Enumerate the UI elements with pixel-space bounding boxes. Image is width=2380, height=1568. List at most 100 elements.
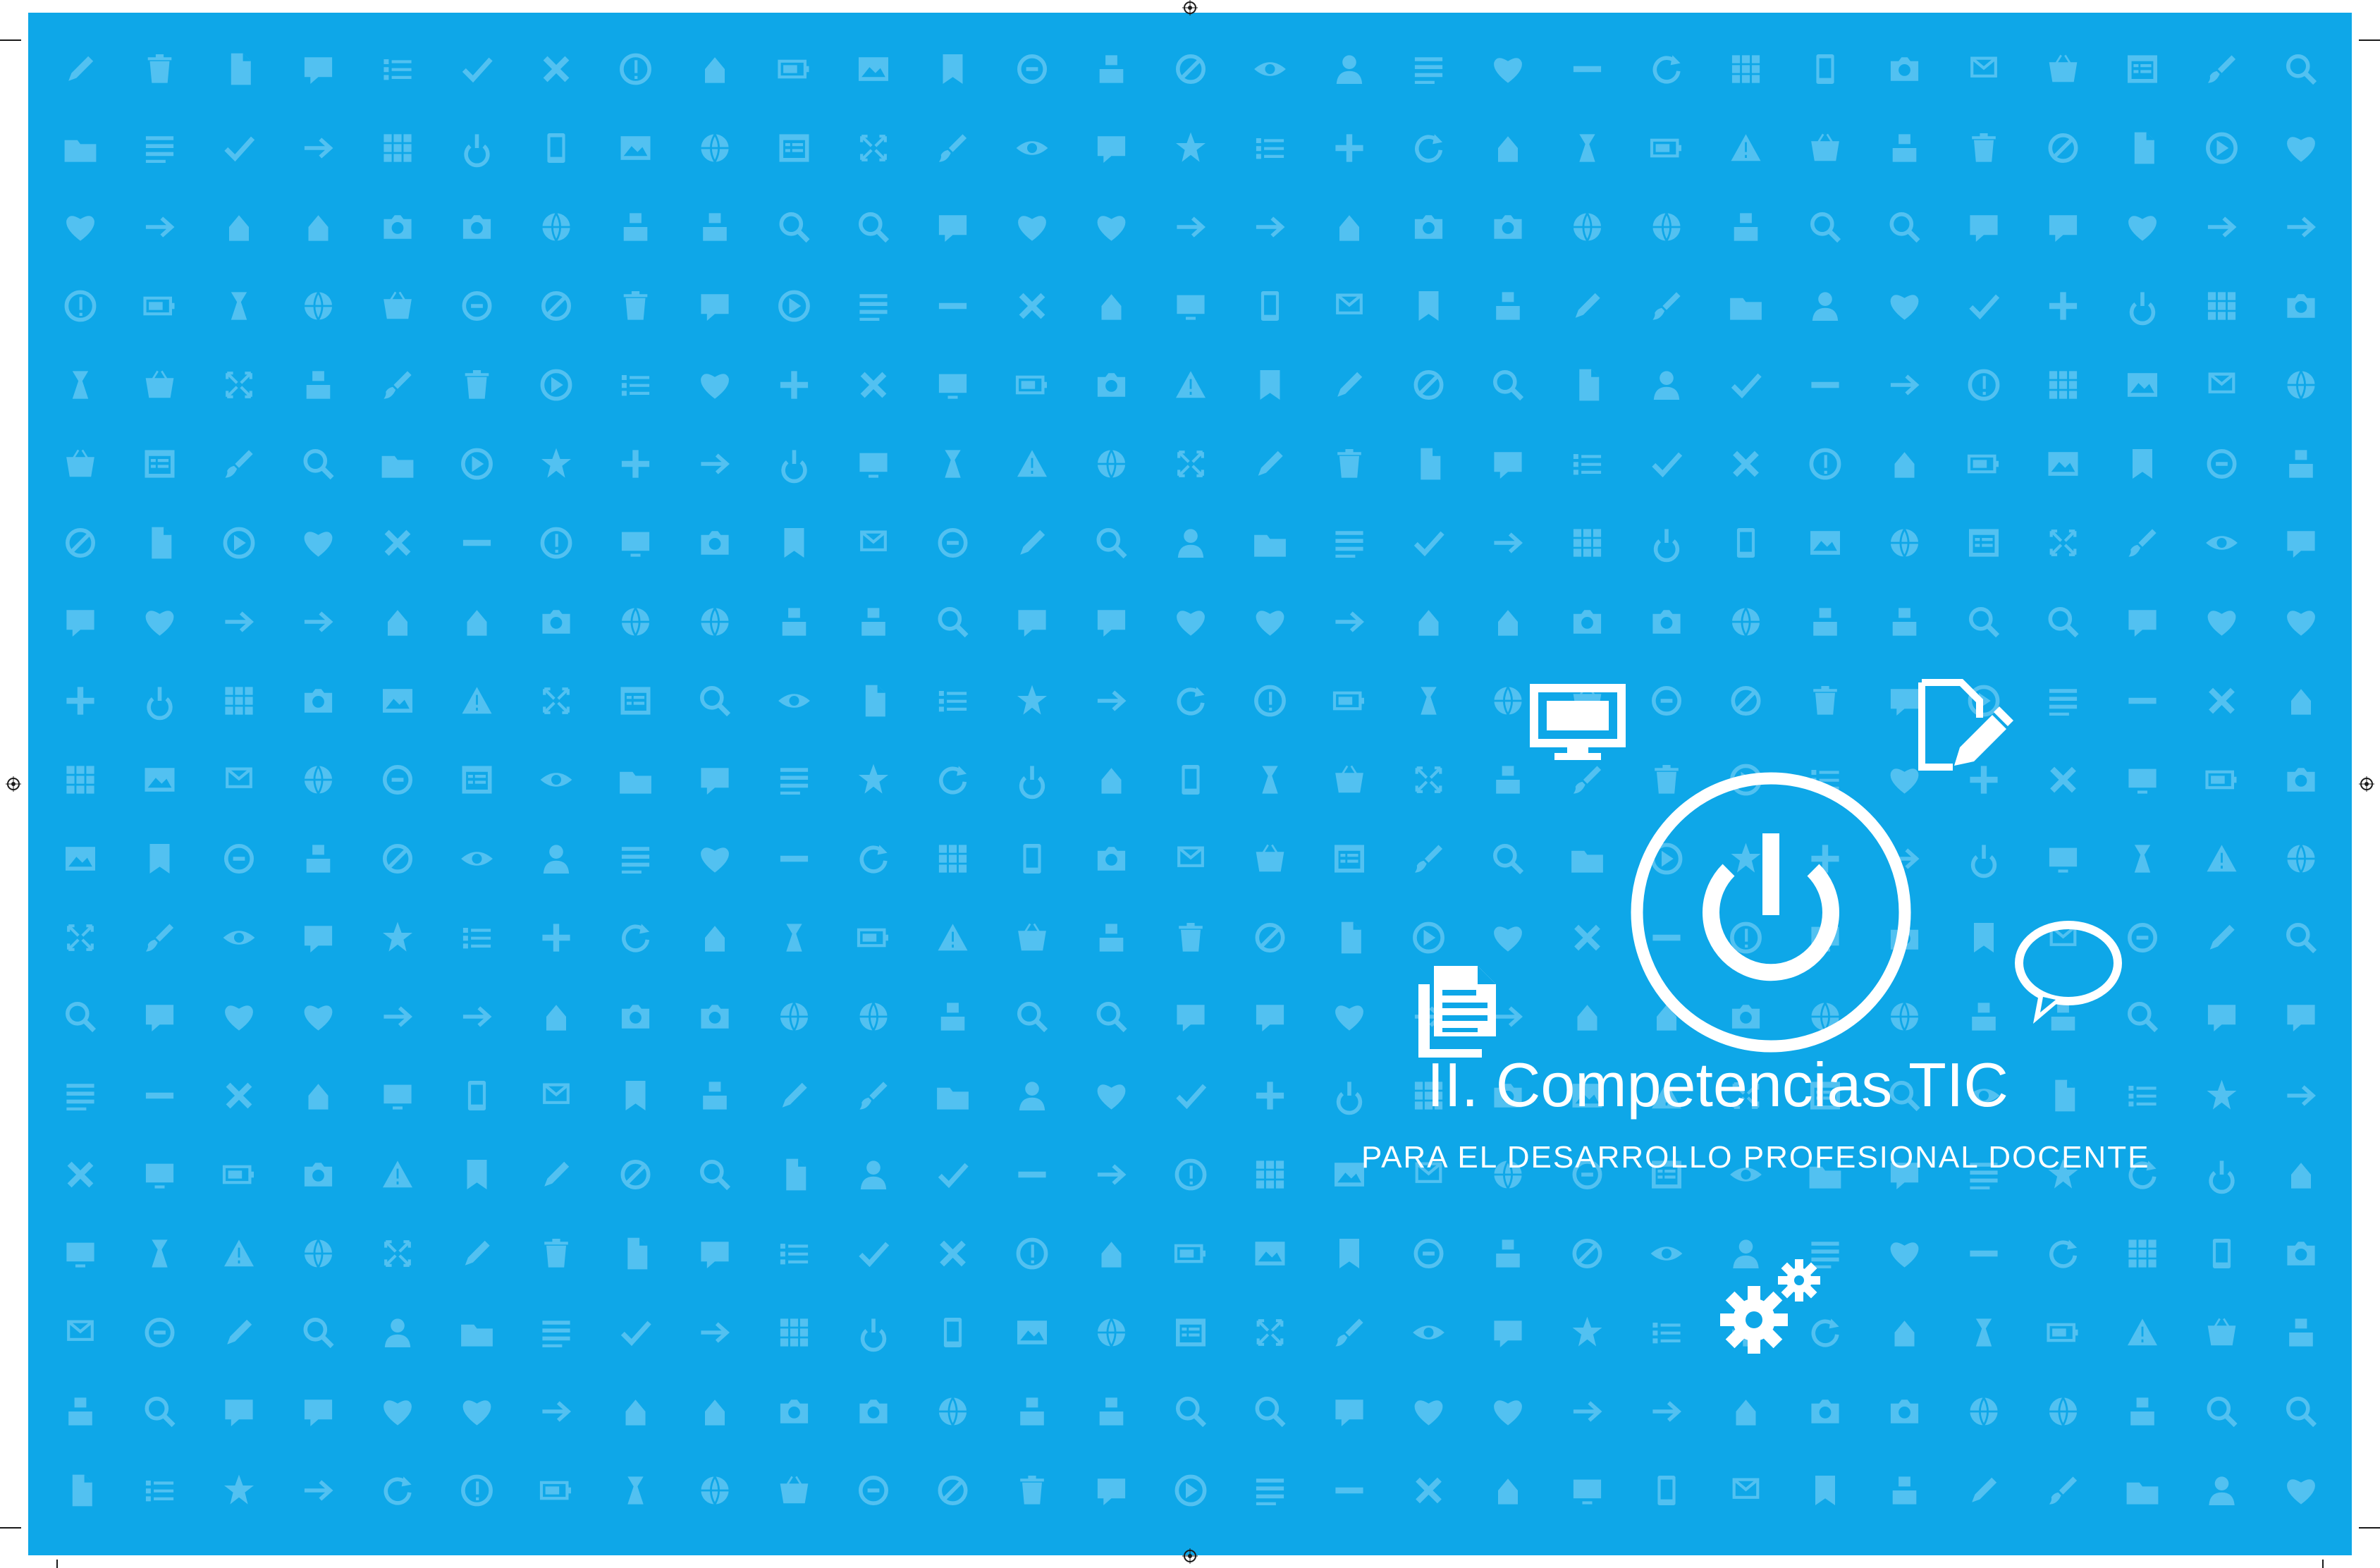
- alarm-icon: [68, 926, 92, 950]
- home-icon: [703, 1082, 727, 1110]
- bold-icon: [621, 1005, 650, 1029]
- shield-icon: [1335, 1487, 1363, 1494]
- star-icon: [467, 1160, 487, 1189]
- inbox-icon: [227, 373, 251, 397]
- flag-icon: [940, 1003, 965, 1031]
- eyedropper-icon: [1652, 1402, 1678, 1420]
- map-icon: [1498, 136, 1518, 162]
- zoom-out-icon: [68, 1004, 94, 1031]
- pin-icon: [1177, 1476, 1204, 1504]
- star-icon: [945, 450, 961, 478]
- card-icon: [1733, 375, 1760, 395]
- search-icon: [622, 55, 649, 82]
- link-icon: [1494, 534, 1519, 551]
- hourglass-icon: [149, 687, 171, 718]
- text-icon: [859, 294, 888, 321]
- search-icon: [2288, 925, 2315, 952]
- thumbs-up-icon: [145, 1163, 174, 1189]
- wrench-icon: [2208, 134, 2235, 161]
- share-icon: [1731, 55, 1760, 83]
- gift-icon: [1178, 1086, 1205, 1105]
- inbox-icon: [66, 610, 94, 637]
- gift-icon: [1017, 1321, 1047, 1345]
- file-icon: [384, 1318, 411, 1347]
- book-icon: [938, 691, 967, 712]
- bell-icon: [2128, 1318, 2157, 1346]
- chat-icon: [2212, 1239, 2231, 1268]
- pilcrow-icon: [1969, 456, 1999, 472]
- list-icon: [1494, 58, 1522, 83]
- plus-icon: [1494, 452, 1522, 479]
- play-icon: [861, 136, 885, 160]
- crop-mark: [2359, 39, 2380, 41]
- info-icon: [1421, 448, 1441, 480]
- grid-icon: [1733, 688, 1758, 713]
- shield-icon: [2288, 56, 2315, 83]
- search-icon: [1968, 1397, 1999, 1426]
- calendar-icon: [305, 1320, 332, 1347]
- eyedropper-icon: [304, 57, 333, 84]
- key-icon: [1256, 1478, 1284, 1505]
- users-icon: [1016, 141, 1048, 155]
- documents-icon: [1418, 966, 1496, 1058]
- ban-icon: [152, 527, 172, 559]
- play-icon: [542, 610, 570, 634]
- thumbs-down-icon: [861, 214, 888, 241]
- pen-icon: [2209, 451, 2234, 477]
- italic-icon: [861, 532, 885, 550]
- minus-icon: [1257, 925, 1282, 950]
- film-icon: [1973, 845, 1995, 876]
- upload-icon: [1970, 1250, 1998, 1257]
- phone-icon: [72, 371, 89, 399]
- play-icon: [228, 1085, 250, 1107]
- undo-icon: [625, 1399, 646, 1426]
- brush-icon: [1494, 1400, 1522, 1426]
- link-icon: [1652, 292, 1681, 320]
- align-icon: [463, 1476, 491, 1504]
- rss-icon: [1731, 607, 1761, 637]
- headphones-icon: [943, 54, 963, 84]
- upload-icon: [466, 134, 488, 165]
- calendar-icon: [467, 1081, 486, 1110]
- check-icon: [702, 688, 729, 715]
- undo-icon: [938, 924, 968, 951]
- grid-icon: [2049, 215, 2078, 242]
- link-icon: [1177, 1005, 1205, 1031]
- lock-icon: [1020, 1476, 1044, 1505]
- share-icon: [1262, 766, 1278, 794]
- camera-icon: [1971, 609, 1998, 636]
- play-icon: [701, 374, 729, 399]
- users-icon: [863, 374, 885, 396]
- gear-icon: [1970, 371, 1997, 398]
- refresh-icon: [1179, 452, 1203, 476]
- trash-icon: [384, 290, 412, 319]
- refresh-icon: [702, 1162, 729, 1189]
- italic-icon: [1022, 295, 1043, 317]
- paperclip-icon: [1182, 765, 1200, 795]
- user-icon: [620, 607, 651, 637]
- map-icon: [1177, 611, 1205, 636]
- envelope-icon: [1972, 1003, 1996, 1031]
- folder-icon: [461, 1324, 493, 1347]
- globe-icon: [622, 1323, 649, 1342]
- user-icon: [780, 371, 809, 399]
- calendar-icon: [621, 847, 650, 874]
- expand-icon: [1970, 215, 1998, 242]
- zoom-out-icon: [705, 57, 725, 83]
- brush-icon: [2133, 449, 2152, 479]
- expand-icon: [1811, 450, 1839, 477]
- icon-pattern: [64, 53, 2352, 1555]
- unlock-icon: [1255, 1242, 1285, 1266]
- video-icon: [465, 370, 489, 399]
- video-icon: [1972, 1477, 1997, 1504]
- eye-icon: [384, 59, 412, 80]
- pencil-icon: [1414, 1400, 1443, 1426]
- tablet-icon: [2134, 845, 2151, 873]
- thumbs-up-icon: [621, 450, 650, 478]
- fire-icon: [64, 140, 97, 162]
- pilcrow-icon: [2128, 216, 2157, 241]
- grid-icon: [1576, 927, 1598, 949]
- magic-wand-icon: [859, 57, 888, 81]
- bell-icon: [463, 450, 491, 477]
- image-icon: [2210, 374, 2234, 392]
